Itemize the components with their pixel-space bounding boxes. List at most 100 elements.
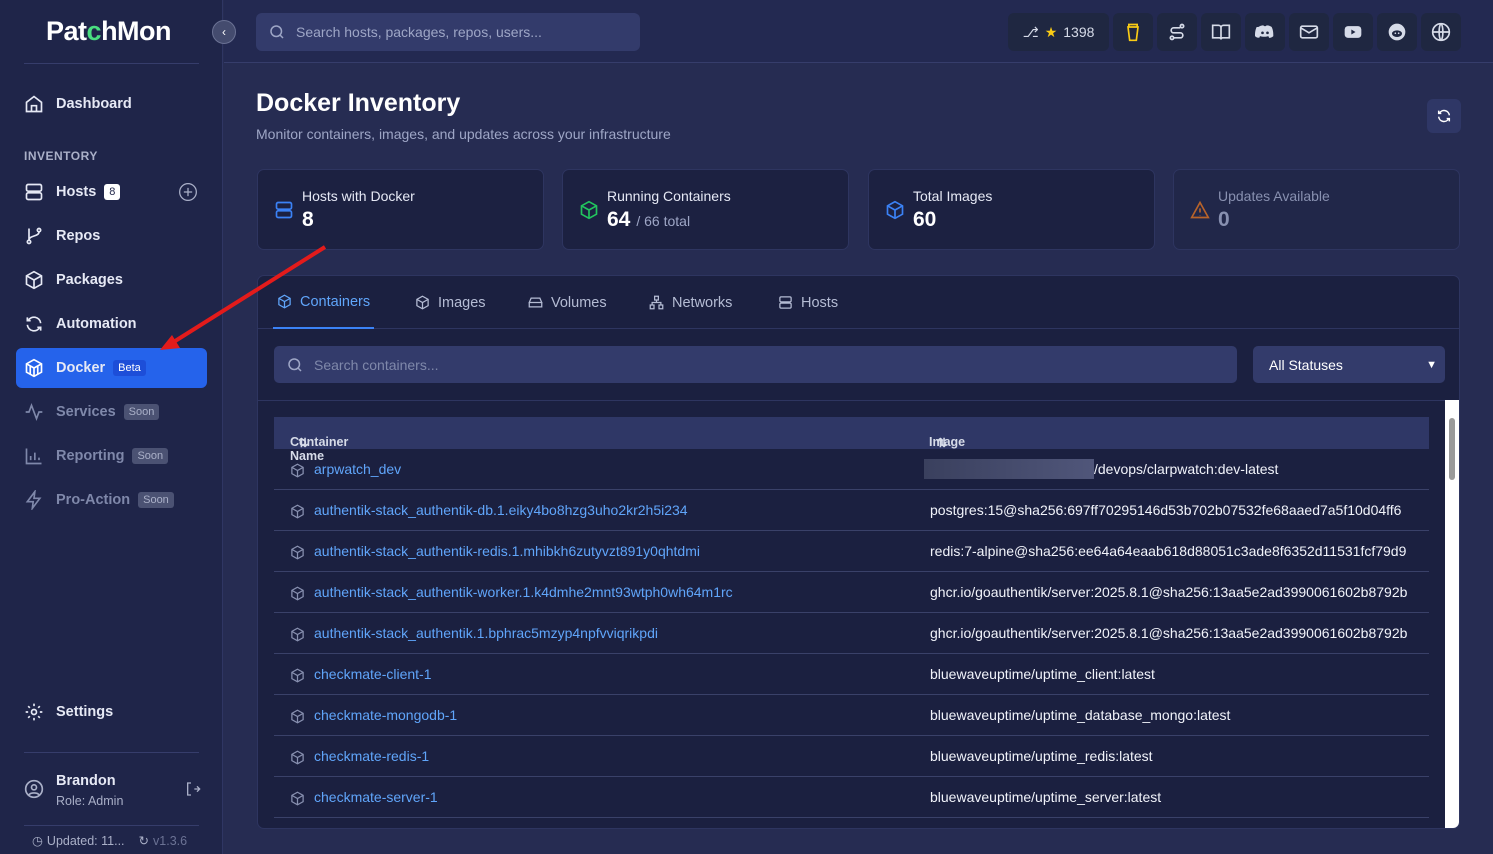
container-name-link[interactable]: checkmate-client-1 — [314, 666, 432, 682]
docker-panel: Containers Images Volumes Networks Hosts… — [257, 275, 1460, 829]
label: Hosts — [56, 184, 97, 200]
refresh-icon — [1437, 109, 1451, 123]
container-name-link[interactable]: checkmate-server-1 — [314, 789, 438, 805]
sidebar-item-services[interactable]: Services Soon — [16, 392, 207, 432]
table-header: Container Name ⇅ Image ⇅ — [274, 417, 1429, 463]
website-button[interactable] — [1421, 13, 1461, 51]
container-name-link[interactable]: authentik-stack_authentik-worker.1.k4dmh… — [314, 584, 733, 600]
lightning-icon — [25, 490, 42, 510]
email-button[interactable] — [1289, 13, 1329, 51]
sidebar-item-automation[interactable]: Automation — [16, 304, 207, 344]
selected-status: All Statuses — [1269, 356, 1343, 373]
label: Docker — [56, 360, 106, 376]
reddit-button[interactable] — [1377, 13, 1417, 51]
label: Reporting — [56, 448, 125, 464]
stat-running-containers: Running Containers 64 / 66 total — [562, 169, 849, 250]
search-icon — [270, 25, 284, 39]
git-branch-icon — [26, 227, 42, 245]
roadmap-button[interactable] — [1157, 13, 1197, 51]
reddit-icon — [1388, 23, 1406, 41]
star-icon: ★ — [1044, 23, 1058, 40]
discord-button[interactable] — [1245, 13, 1285, 51]
tab-label: Volumes — [551, 294, 607, 311]
search-placeholder: Search containers... — [314, 356, 439, 373]
container-name-link[interactable]: authentik-stack_authentik-db.1.eiky4bo8h… — [314, 502, 688, 518]
sidebar-item-packages[interactable]: Packages — [16, 260, 207, 300]
table-row[interactable]: authentik-stack_authentik-worker.1.k4dmh… — [274, 572, 1429, 613]
tab-containers[interactable]: Containers — [273, 276, 375, 329]
value: 64 — [607, 208, 631, 231]
gear-icon — [25, 703, 43, 721]
table-row[interactable]: checkmate-redis-1 bluewaveuptime/uptime_r… — [274, 736, 1429, 777]
image-name: ghcr.io/goauthentik/server:2025.8.1@sha2… — [930, 584, 1408, 600]
server-icon — [779, 296, 792, 309]
docs-button[interactable] — [1201, 13, 1241, 51]
youtube-button[interactable] — [1333, 13, 1373, 51]
search-icon — [288, 357, 302, 372]
scrollbar-thumb[interactable] — [1449, 418, 1455, 480]
tab-networks[interactable]: Networks — [649, 276, 732, 329]
container-icon — [278, 294, 291, 309]
label: Services — [56, 404, 116, 420]
sidebar-item-dashboard[interactable]: Dashboard — [16, 84, 207, 124]
sidebar-item-hosts[interactable]: Hosts 8 — [16, 172, 207, 212]
container-name-link[interactable]: authentik-stack_authentik.1.bphrac5mzyp4… — [314, 625, 658, 641]
table-row[interactable]: authentik-stack_authentik-redis.1.mhibkh… — [274, 531, 1429, 572]
section-inventory: INVENTORY — [24, 149, 98, 163]
tab-label: Hosts — [801, 294, 839, 311]
table-row[interactable]: arpwatch_dev/devops/clarpwatch:dev-lates… — [274, 449, 1429, 490]
image-name: postgres:15@sha256:697ff70295146d53b702b… — [930, 502, 1402, 518]
container-name-link[interactable]: arpwatch_dev — [314, 461, 401, 477]
sidebar-item-settings[interactable]: Settings — [16, 692, 207, 732]
value: 0 — [1218, 208, 1230, 231]
image-name: bluewaveuptime/uptime_server:latest — [930, 789, 1162, 805]
divider — [24, 825, 199, 826]
image-name: ghcr.io/goauthentik/server:2025.8.1@sha2… — [930, 625, 1408, 641]
container-name-link[interactable]: checkmate-mongodb-1 — [314, 707, 457, 723]
status-filter-select[interactable]: All Statuses ▼ — [1253, 346, 1445, 383]
table-row[interactable]: checkmate-client-1 bluewaveuptime/uptime_… — [274, 654, 1429, 695]
sidebar-item-pro-action[interactable]: Pro-Action Soon — [16, 480, 207, 520]
stat-value: 8 — [302, 208, 314, 232]
book-icon — [1211, 24, 1231, 40]
warning-icon — [1190, 200, 1210, 219]
table-row[interactable]: authentik-stack_authentik.1.bphrac5mzyp4… — [274, 613, 1429, 654]
collapse-sidebar-button[interactable]: ‹ — [212, 20, 236, 44]
tab-label: Containers — [300, 293, 371, 310]
server-icon — [275, 201, 293, 219]
divider — [258, 400, 1459, 401]
github-stars: 1398 — [1063, 24, 1095, 40]
discord-icon — [1255, 25, 1274, 38]
sidebar-item-docker[interactable]: Docker Beta — [16, 348, 207, 388]
stat-label: Total Images — [913, 188, 993, 204]
github-button[interactable]: ⎇ ★ 1398 — [1008, 13, 1109, 51]
tab-images[interactable]: Images — [415, 276, 486, 329]
table-row[interactable]: checkmate-mongodb-1 bluewaveuptime/uptime… — [274, 695, 1429, 736]
scrollbar[interactable] — [1445, 400, 1459, 828]
global-search-input[interactable]: Search hosts, packages, repos, users... — [256, 13, 640, 51]
beta-badge: Beta — [113, 360, 146, 376]
container-name-link[interactable]: checkmate-redis-1 — [314, 748, 429, 764]
container-icon — [291, 709, 304, 724]
soon-badge: Soon — [138, 492, 174, 508]
version-text: v1.3.6 — [153, 833, 188, 848]
refresh-button[interactable] — [1427, 99, 1461, 133]
buy-coffee-button[interactable] — [1113, 13, 1153, 51]
sidebar-item-repos[interactable]: Repos — [16, 216, 207, 256]
logo[interactable]: PatchMon — [46, 16, 172, 47]
soon-badge: Soon — [123, 404, 160, 420]
container-search-input[interactable]: Search containers... — [274, 346, 1237, 383]
tab-hosts[interactable]: Hosts — [778, 276, 838, 329]
refresh-icon[interactable]: ↻ — [139, 833, 149, 848]
add-host-icon[interactable] — [178, 182, 198, 202]
sidebar-item-reporting[interactable]: Reporting Soon — [16, 436, 207, 476]
logout-icon[interactable] — [185, 781, 201, 797]
stat-label: Running Containers — [607, 188, 731, 204]
table-row[interactable]: authentik-stack_authentik-db.1.eiky4bo8h… — [274, 490, 1429, 531]
tab-volumes[interactable]: Volumes — [528, 276, 607, 329]
label: Packages — [56, 272, 123, 288]
table-row[interactable]: checkmate-server-1 bluewaveuptime/uptime_… — [274, 777, 1429, 818]
container-name-link[interactable]: authentik-stack_authentik-redis.1.mhibkh… — [314, 543, 700, 559]
divider — [24, 63, 199, 64]
refresh-icon — [26, 316, 42, 332]
